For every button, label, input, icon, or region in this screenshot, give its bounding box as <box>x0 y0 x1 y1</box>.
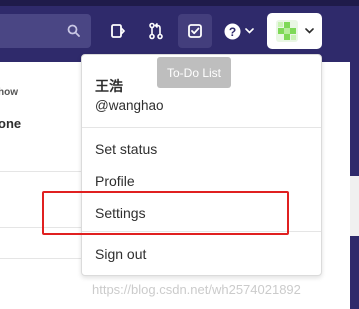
user-username: @wanghao <box>95 98 164 113</box>
user-display-name: 王浩 <box>95 78 123 94</box>
help-button[interactable]: ? <box>218 14 260 48</box>
window-strip <box>0 0 359 6</box>
search-input[interactable] <box>0 14 91 48</box>
user-avatar-button[interactable] <box>267 13 322 49</box>
window-edge-gap <box>350 176 359 236</box>
issues-icon <box>111 24 125 38</box>
window-edge <box>350 62 359 309</box>
top-navbar: ? <box>0 0 359 62</box>
merge-requests-button[interactable] <box>140 14 172 48</box>
sign-out-item[interactable]: Sign out <box>95 246 146 262</box>
chevron-down-icon <box>245 28 254 34</box>
search-icon <box>67 24 80 37</box>
profile-item[interactable]: Profile <box>95 173 135 189</box>
todos-button[interactable] <box>178 14 212 48</box>
page-value-fragment: one <box>0 116 22 131</box>
todo-tooltip: To-Do List <box>157 57 231 88</box>
avatar <box>275 20 298 42</box>
menu-divider <box>82 127 321 128</box>
svg-text:?: ? <box>229 24 236 38</box>
set-status-item[interactable]: Set status <box>95 141 157 157</box>
page-label-fragment: how <box>0 87 18 98</box>
chevron-down-icon <box>304 28 314 34</box>
todo-check-icon <box>188 24 202 38</box>
issues-button[interactable] <box>103 14 133 48</box>
help-icon: ? <box>224 23 241 39</box>
page-divider <box>0 171 82 172</box>
watermark: https://blog.csdn.net/wh2574021892 <box>92 282 301 297</box>
page-divider <box>0 258 82 259</box>
settings-highlight-box <box>42 191 289 235</box>
merge-requests-icon <box>149 22 163 40</box>
identicon-icon <box>277 22 296 40</box>
